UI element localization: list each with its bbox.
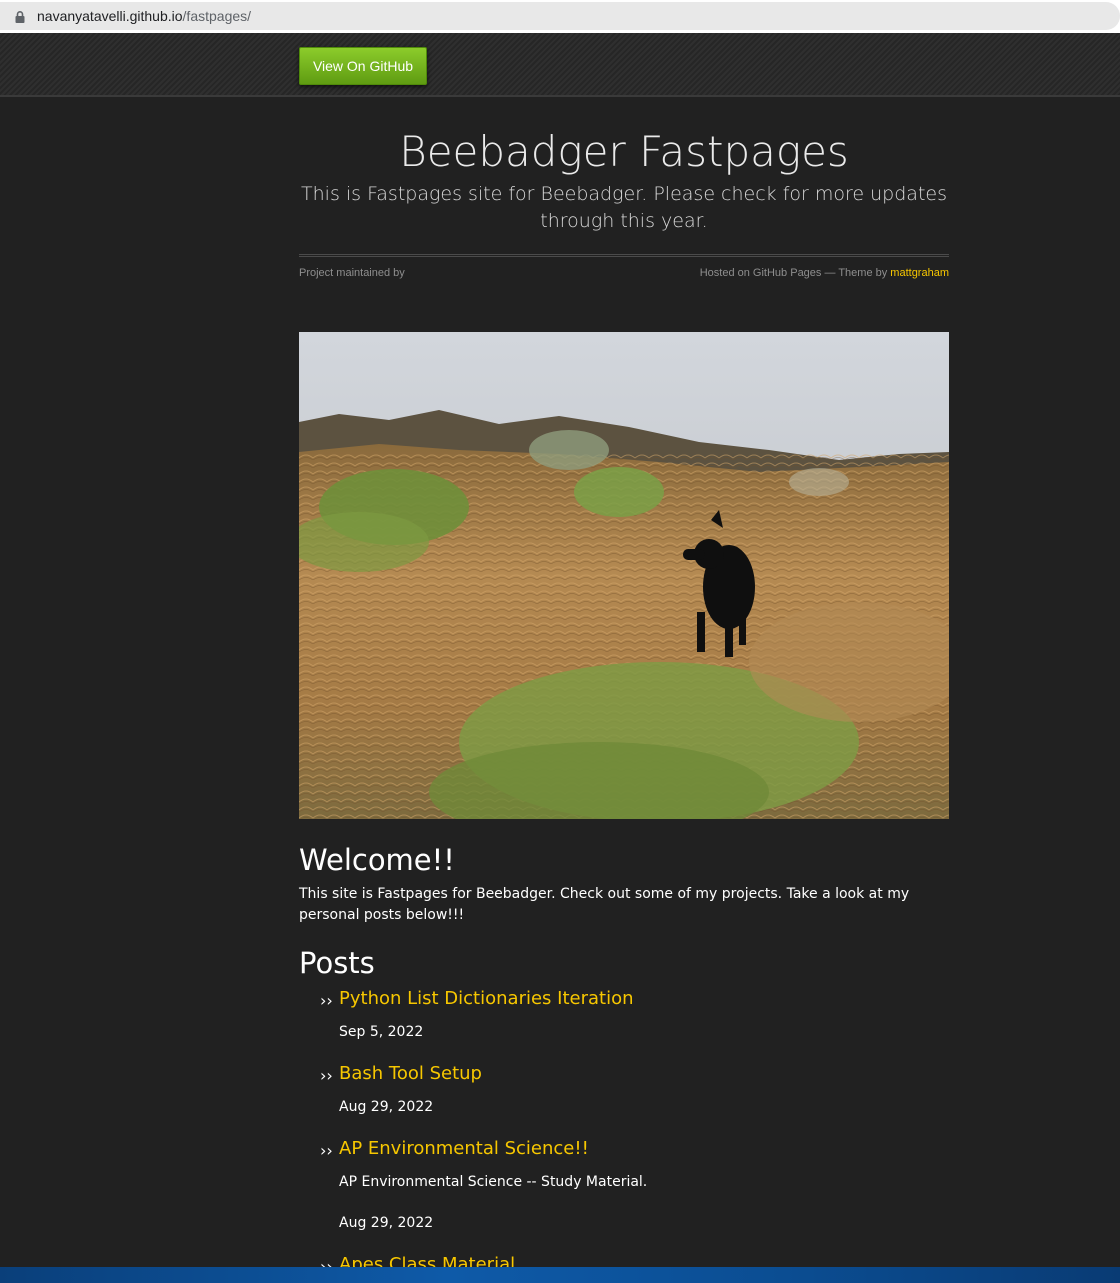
post-title-link[interactable]: Python List Dictionaries Iteration [339,988,634,1009]
url-host: navanyatavelli.github.io [37,8,183,24]
lock-icon[interactable] [13,10,27,24]
site-title: Beebadger Fastpages [399,127,849,176]
post-date: Aug 29, 2022 [339,1099,434,1115]
post-description: AP Environmental Science -- Study Materi… [339,1174,648,1190]
browser-address-bar: navanyatavelli.github.io/fastpages/ [0,0,1120,33]
post-bullet: ›› [320,1066,333,1085]
post-date: Aug 29, 2022 [339,1215,434,1231]
posts-heading: Posts [299,946,375,980]
maintained-by-text: Project maintained by [299,267,405,279]
hero-image-dog-in-field [299,332,949,819]
hosted-on-text: Hosted on GitHub Pages — Theme by mattgr… [700,267,949,279]
os-taskbar [0,1267,1120,1283]
post-bullet: ›› [320,1141,333,1160]
url-field[interactable]: navanyatavelli.github.io/fastpages/ [0,2,1120,30]
post-title-link[interactable]: AP Environmental Science!! [339,1138,589,1159]
hosted-prefix: Hosted on GitHub Pages — Theme by [699,267,891,279]
post-bullet: ›› [320,991,333,1010]
site-header-bar: View On GitHub [0,33,1120,97]
post-date: Sep 5, 2022 [339,1024,424,1040]
intro-text: This site is Fastpages for Beebadger. Ch… [299,886,910,923]
theme-author-link[interactable]: mattgraham [890,267,949,279]
url-text[interactable]: navanyatavelli.github.io/fastpages/ [37,8,251,24]
post-title-link[interactable]: Bash Tool Setup [339,1063,482,1084]
welcome-heading: Welcome!! [299,843,455,877]
site-description: This is Fastpages site for Beebadger. Pl… [301,183,947,232]
view-on-github-button[interactable]: View On GitHub [299,47,427,85]
header-divider [299,254,949,257]
url-path: /fastpages/ [182,8,252,24]
